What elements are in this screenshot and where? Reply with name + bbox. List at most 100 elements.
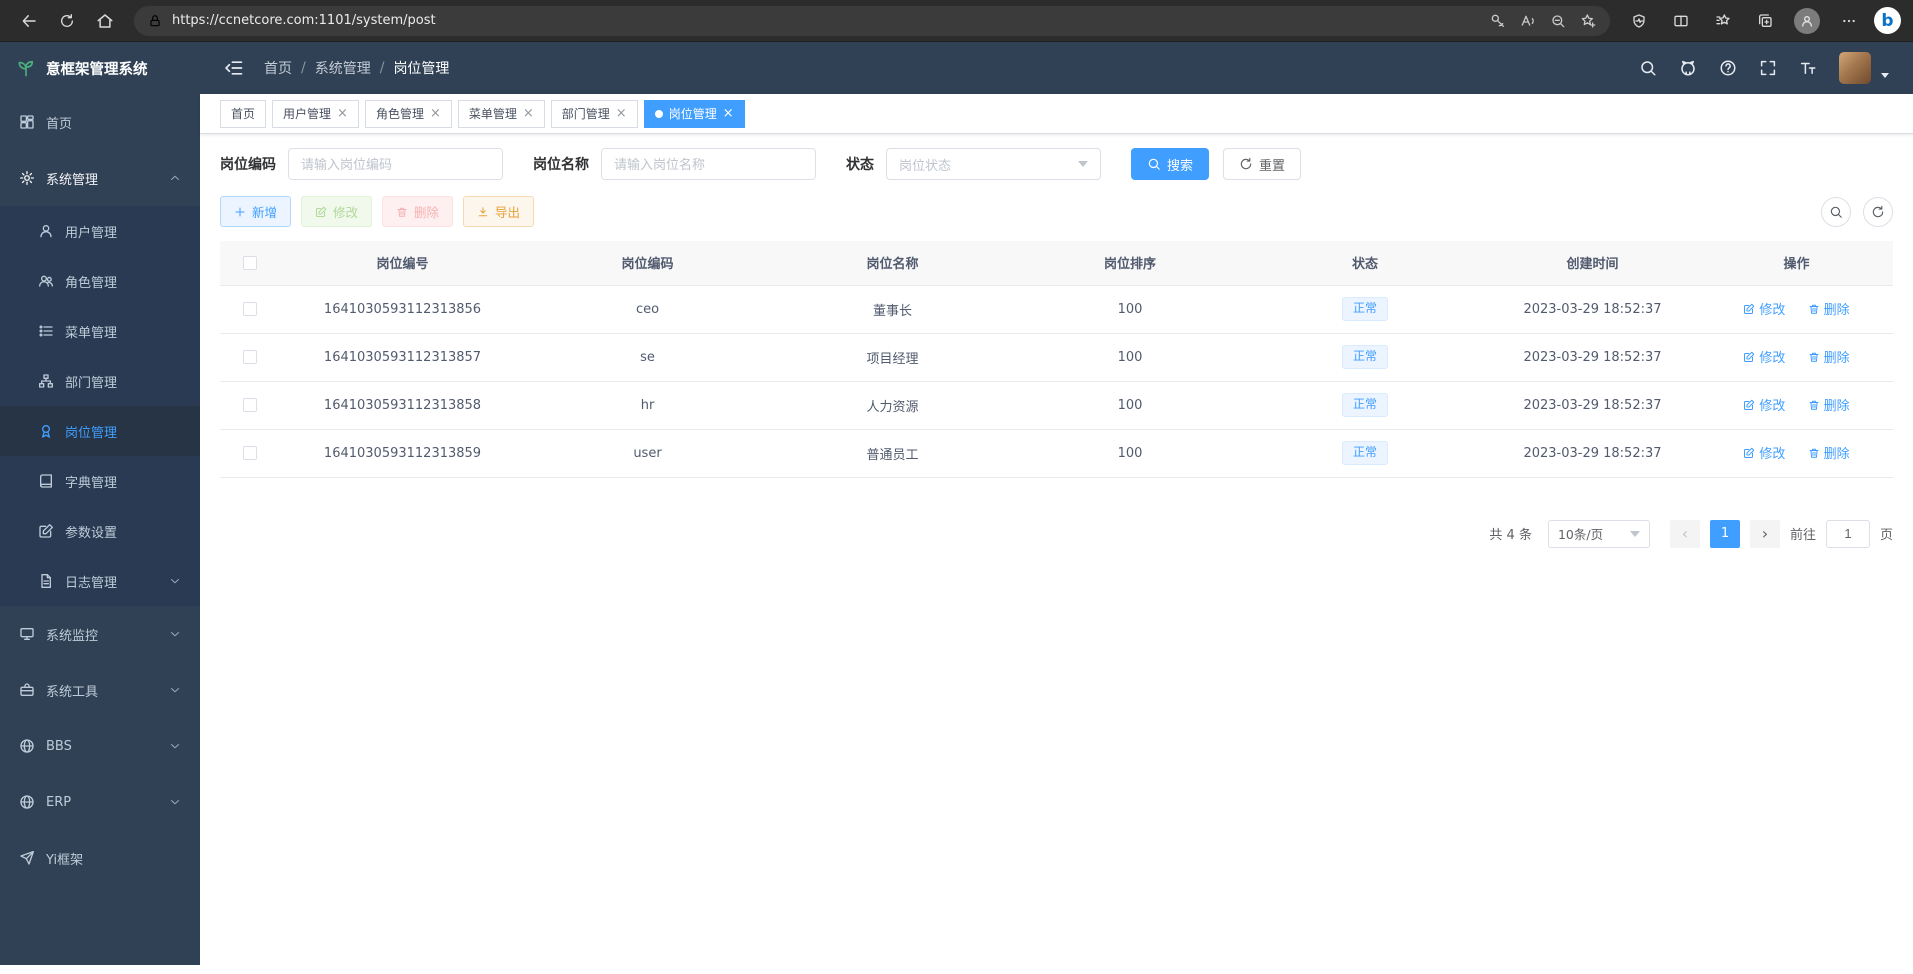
browser-refresh-button[interactable] <box>50 5 84 37</box>
help-question-icon[interactable] <box>1719 59 1737 77</box>
sidebar-item-menu-management[interactable]: 菜单管理 <box>0 306 200 356</box>
read-aloud-icon[interactable] <box>1520 13 1536 29</box>
prev-page-button[interactable]: ‹ <box>1670 520 1700 548</box>
row-checkbox[interactable] <box>243 398 257 412</box>
saved-passwords-key-icon[interactable] <box>1490 13 1506 29</box>
fullscreen-icon[interactable] <box>1759 59 1777 77</box>
tab-menu-management[interactable]: 菜单管理 × <box>458 100 545 128</box>
browser-home-button[interactable] <box>88 5 122 37</box>
tab-close-icon[interactable]: × <box>523 107 534 120</box>
add-button[interactable]: 新增 <box>220 196 291 227</box>
browser-more-menu-icon[interactable] <box>1832 5 1866 37</box>
sidebar-item-system-monitor[interactable]: 系统监控 <box>0 606 200 662</box>
sidebar-item-bbs[interactable]: BBS <box>0 718 200 774</box>
row-select-cell <box>220 285 280 333</box>
tab-dept-management[interactable]: 部门管理 × <box>551 100 638 128</box>
app-header: 首页 / 系统管理 / 岗位管理 <box>200 42 1913 94</box>
collapse-sidebar-icon[interactable] <box>224 58 244 78</box>
github-icon[interactable] <box>1679 59 1697 77</box>
toggle-search-button[interactable] <box>1821 197 1851 227</box>
browser-essentials-icon[interactable] <box>1622 5 1656 37</box>
sidebar-item-log-management[interactable]: 日志管理 <box>0 556 200 606</box>
sidebar-item-system-management[interactable]: 系统管理 <box>0 150 200 206</box>
status-select[interactable]: 岗位状态 <box>886 148 1101 180</box>
sidebar-item-param-settings[interactable]: 参数设置 <box>0 506 200 556</box>
sidebar-item-label: ERP <box>46 795 71 810</box>
column-header-post-id: 岗位编号 <box>280 241 525 285</box>
row-edit-button[interactable]: 修改 <box>1743 299 1785 318</box>
breadcrumb-system-management[interactable]: 系统管理 <box>315 58 371 78</box>
tab-label: 用户管理 <box>283 105 331 122</box>
page-size-select[interactable]: 10条/页 <box>1548 520 1650 548</box>
browser-back-button[interactable] <box>12 5 46 37</box>
refresh-table-button[interactable] <box>1863 197 1893 227</box>
sidebar-item-user-management[interactable]: 用户管理 <box>0 206 200 256</box>
avatar-dropdown-caret-icon[interactable] <box>1881 73 1889 78</box>
font-size-icon[interactable] <box>1799 59 1817 77</box>
cell-post-name: 人力资源 <box>770 381 1015 429</box>
favorites-icon[interactable] <box>1706 5 1740 37</box>
delete-button[interactable]: 删除 <box>382 196 453 227</box>
cell-post-sort: 100 <box>1015 429 1245 477</box>
address-bar[interactable]: https://ccnetcore.com:1101/system/post <box>134 6 1610 36</box>
column-header-created: 创建时间 <box>1485 241 1700 285</box>
sidebar-item-yi-framework[interactable]: Yi框架 <box>0 830 200 886</box>
next-page-button[interactable]: › <box>1750 520 1780 548</box>
column-header-post-sort: 岗位排序 <box>1015 241 1245 285</box>
page-content: 岗位编码 岗位名称 状态 岗位状态 搜索 重置 <box>200 134 1913 965</box>
sidebar-item-erp[interactable]: ERP <box>0 774 200 830</box>
reset-button[interactable]: 重置 <box>1223 148 1301 180</box>
row-edit-button[interactable]: 修改 <box>1743 395 1785 414</box>
search-button[interactable]: 搜索 <box>1131 148 1209 180</box>
tab-close-icon[interactable]: × <box>430 107 441 120</box>
tab-role-management[interactable]: 角色管理 × <box>365 100 452 128</box>
row-edit-button[interactable]: 修改 <box>1743 347 1785 366</box>
browser-profile-avatar[interactable] <box>1790 5 1824 37</box>
add-favorite-star-icon[interactable] <box>1580 13 1596 29</box>
tab-post-management[interactable]: 岗位管理 × <box>644 100 745 128</box>
row-delete-button[interactable]: 删除 <box>1808 299 1850 318</box>
tab-close-icon[interactable]: × <box>723 107 734 120</box>
profile-person-icon <box>1794 8 1820 34</box>
edit-button[interactable]: 修改 <box>301 196 372 227</box>
post-name-input[interactable] <box>601 148 816 180</box>
row-delete-button[interactable]: 删除 <box>1808 395 1850 414</box>
tab-label: 岗位管理 <box>669 105 717 122</box>
sidebar-item-label: 参数设置 <box>65 522 117 541</box>
tab-close-icon[interactable]: × <box>616 107 627 120</box>
select-caret-icon <box>1078 161 1088 167</box>
export-button[interactable]: 导出 <box>463 196 534 227</box>
post-code-input[interactable] <box>288 148 503 180</box>
sidebar-item-role-management[interactable]: 角色管理 <box>0 256 200 306</box>
sidebar-item-post-management[interactable]: 岗位管理 <box>0 406 200 456</box>
cell-post-id: 1641030593112313858 <box>280 381 525 429</box>
row-checkbox[interactable] <box>243 350 257 364</box>
page-number-button[interactable]: 1 <box>1710 520 1740 548</box>
goto-page-input[interactable] <box>1826 520 1870 548</box>
select-all-checkbox[interactable] <box>243 256 257 270</box>
sidebar-item-dept-management[interactable]: 部门管理 <box>0 356 200 406</box>
site-info-lock-icon[interactable] <box>148 14 162 28</box>
zoom-out-icon[interactable] <box>1550 13 1566 29</box>
user-avatar[interactable] <box>1839 52 1871 84</box>
row-checkbox[interactable] <box>243 302 257 316</box>
row-delete-button[interactable]: 删除 <box>1808 443 1850 462</box>
breadcrumb-home[interactable]: 首页 <box>264 58 292 78</box>
row-checkbox[interactable] <box>243 446 257 460</box>
sidebar-item-dict-management[interactable]: 字典管理 <box>0 456 200 506</box>
tab-label: 菜单管理 <box>469 105 517 122</box>
tab-label: 部门管理 <box>562 105 610 122</box>
collections-icon[interactable] <box>1748 5 1782 37</box>
tab-close-icon[interactable]: × <box>337 107 348 120</box>
split-screen-icon[interactable] <box>1664 5 1698 37</box>
tab-user-management[interactable]: 用户管理 × <box>272 100 359 128</box>
sidebar-item-home[interactable]: 首页 <box>0 94 200 150</box>
chevron-down-icon <box>169 684 181 696</box>
row-select-cell <box>220 381 280 429</box>
bing-logo-icon[interactable]: b <box>1874 7 1901 34</box>
header-search-icon[interactable] <box>1639 59 1657 77</box>
row-edit-button[interactable]: 修改 <box>1743 443 1785 462</box>
tab-home[interactable]: 首页 <box>220 100 266 128</box>
row-delete-button[interactable]: 删除 <box>1808 347 1850 366</box>
sidebar-item-system-tools[interactable]: 系统工具 <box>0 662 200 718</box>
